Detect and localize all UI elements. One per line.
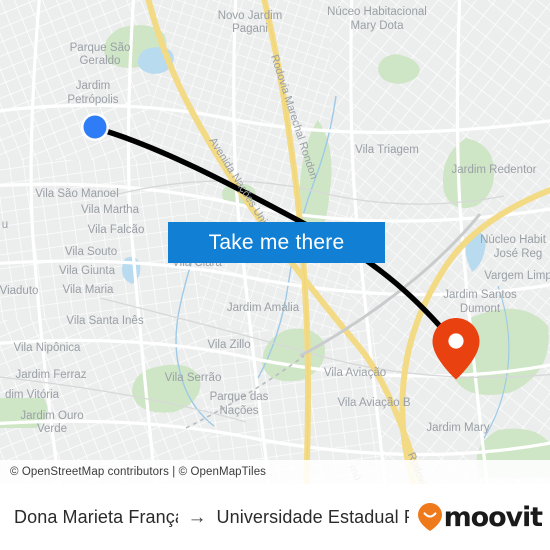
trip-summary[interactable]: Dona Marieta França ... → Universidade E… <box>14 507 409 528</box>
map-place-label: Vila Aviação B <box>337 397 410 409</box>
map-place-label: Jardim Ouro <box>20 410 83 422</box>
map-place-label: Jardim Amália <box>227 302 300 314</box>
map-place-label: Jardim <box>76 80 111 92</box>
trip-footer: Dona Marieta França ... → Universidade E… <box>0 484 550 550</box>
map-place-label: Dumont <box>460 303 501 315</box>
take-me-there-button[interactable]: Take me there <box>168 222 385 263</box>
map-canvas[interactable]: Novo Jardim Pagani Núceo Habitacional Mary … <box>0 0 550 484</box>
map-place-label: Jardim Santos <box>443 289 517 301</box>
map-place-label: Verde <box>37 423 67 435</box>
map-place-label: Vila Souto <box>65 246 117 258</box>
map-place-label: José Reg <box>494 248 543 260</box>
map-place-label: Vila Nipônica <box>14 342 82 354</box>
map-place-label: Nações <box>220 405 259 417</box>
map-place-label: Viaduto <box>0 285 38 297</box>
map-place-label: Núceo Habitacional <box>327 6 427 18</box>
map-place-label: Pagani <box>232 23 268 35</box>
map-place-label: Vila Santa Inês <box>66 315 143 327</box>
map-attribution: © OpenStreetMap contributors | © OpenMap… <box>0 460 550 484</box>
map-place-label: Vila Serrão <box>165 372 222 384</box>
map-place-label: Mary Dota <box>350 20 404 32</box>
map-place-label: dim Vitória <box>5 389 60 401</box>
map-place-label: Vila Falcão <box>88 224 145 236</box>
moovit-trip-screen: Novo Jardim Pagani Núceo Habitacional Mary … <box>0 0 550 550</box>
moovit-wordmark: moovit <box>443 501 544 533</box>
map-place-label: Vila São Manoel <box>35 188 119 200</box>
trip-origin-label: Dona Marieta França ... <box>14 506 178 527</box>
map-place-label: Parque São <box>70 42 131 54</box>
map-place-label: Vila Martha <box>81 204 140 216</box>
map-place-label: Vila Giunta <box>59 265 116 277</box>
map-place-label: Vila Zillo <box>207 339 250 351</box>
map-place-label: Petrópolis <box>67 94 118 106</box>
origin-marker[interactable] <box>81 113 109 141</box>
map-place-label: Jardim Ferraz <box>16 369 87 381</box>
moovit-pin-icon <box>417 503 442 531</box>
map-place-label: Vila Triagem <box>355 144 419 156</box>
map-place-label: Vargem Limp <box>484 270 550 282</box>
map-place-label: Vila Aviação <box>324 367 386 379</box>
trip-destination-label: Universidade Estadual Pa... <box>216 506 409 527</box>
map-place-label: Geraldo <box>80 55 121 67</box>
map-place-label: Parque das <box>210 391 269 403</box>
map-place-label: Jardim Mary <box>426 422 490 434</box>
map-place-label: Jardim Redentor <box>451 164 536 176</box>
moovit-logo[interactable]: moovit <box>417 501 544 533</box>
map-place-label: Vila Maria <box>63 284 115 296</box>
map-place-label: u <box>2 219 8 231</box>
map-place-label: Novo Jardim <box>218 10 283 22</box>
map-place-label: Núcleo Habit <box>480 234 547 246</box>
arrow-right-icon: → <box>187 506 207 528</box>
